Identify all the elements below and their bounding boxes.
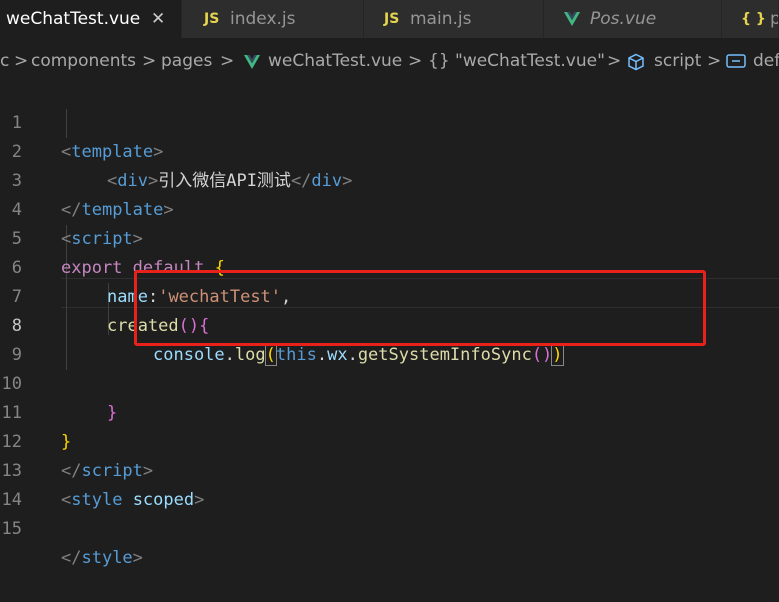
code-line: 13 <style scoped>: [0, 428, 779, 510]
js-file-icon: JS: [384, 11, 400, 27]
breadcrumb: c > components > pages > weChatTest.vue …: [0, 42, 779, 80]
highlight-box: [134, 270, 706, 346]
code-line: 5 export default {: [0, 196, 779, 278]
tab-label: weChatTest.vue: [6, 9, 141, 29]
tab-label: Pos.vue: [590, 9, 657, 29]
code-line: 4 <script>: [0, 167, 779, 249]
line-number: 15: [1, 519, 22, 539]
vue-file-icon: [244, 55, 260, 69]
tab-label: index.js: [230, 9, 296, 29]
chevron-right-icon: >: [408, 51, 423, 71]
code-line: 11 }: [0, 370, 779, 452]
js-file-icon: JS: [204, 11, 220, 27]
chevron-right-icon: >: [220, 51, 235, 71]
code-line: 3 </template>: [0, 138, 779, 220]
tab-pos-vue[interactable]: Pos.vue: [544, 0, 722, 38]
tab-wechattest-vue[interactable]: weChatTest.vue ✕: [0, 0, 182, 38]
breadcrumb-item[interactable]: pages: [161, 42, 212, 80]
code-line: 12 </script>: [0, 399, 779, 481]
tab-main-js[interactable]: JS main.js: [364, 0, 544, 38]
chevron-right-icon: >: [14, 51, 29, 71]
tab-index-js[interactable]: JS index.js: [182, 0, 364, 38]
cube-icon: [628, 53, 644, 71]
namespace-icon: [726, 54, 746, 68]
object-icon: {}: [428, 51, 450, 71]
code-line: 2 <div>引入微信API测试</div>: [0, 109, 779, 191]
tab-label: p: [770, 0, 778, 38]
breadcrumb-item[interactable]: c: [0, 42, 9, 80]
breadcrumb-item[interactable]: def: [753, 42, 779, 80]
code-line: 15 </style>: [0, 486, 779, 568]
editor-tab-bar: weChatTest.vue ✕ JS index.js JS main.js …: [0, 0, 779, 38]
tab-label: main.js: [410, 9, 472, 29]
breadcrumb-item[interactable]: "weChatTest.vue": [455, 42, 605, 80]
breadcrumb-item[interactable]: components: [31, 42, 136, 80]
close-icon[interactable]: ✕: [151, 0, 165, 38]
code-line: 6 name:'wechatTest',: [0, 225, 779, 307]
chevron-right-icon: >: [607, 51, 622, 71]
breadcrumb-item[interactable]: weChatTest.vue: [268, 42, 402, 80]
vue-file-icon: [564, 12, 580, 26]
breadcrumb-item[interactable]: script: [654, 42, 701, 80]
code-line: 14: [0, 457, 779, 510]
code-line: 1 <template>: [0, 80, 779, 162]
chevron-right-icon: >: [142, 51, 157, 71]
token: style: [81, 548, 133, 568]
tab-json-file[interactable]: { } p: [722, 0, 779, 38]
chevron-right-icon: >: [707, 51, 722, 71]
json-file-icon: { }: [741, 11, 766, 27]
